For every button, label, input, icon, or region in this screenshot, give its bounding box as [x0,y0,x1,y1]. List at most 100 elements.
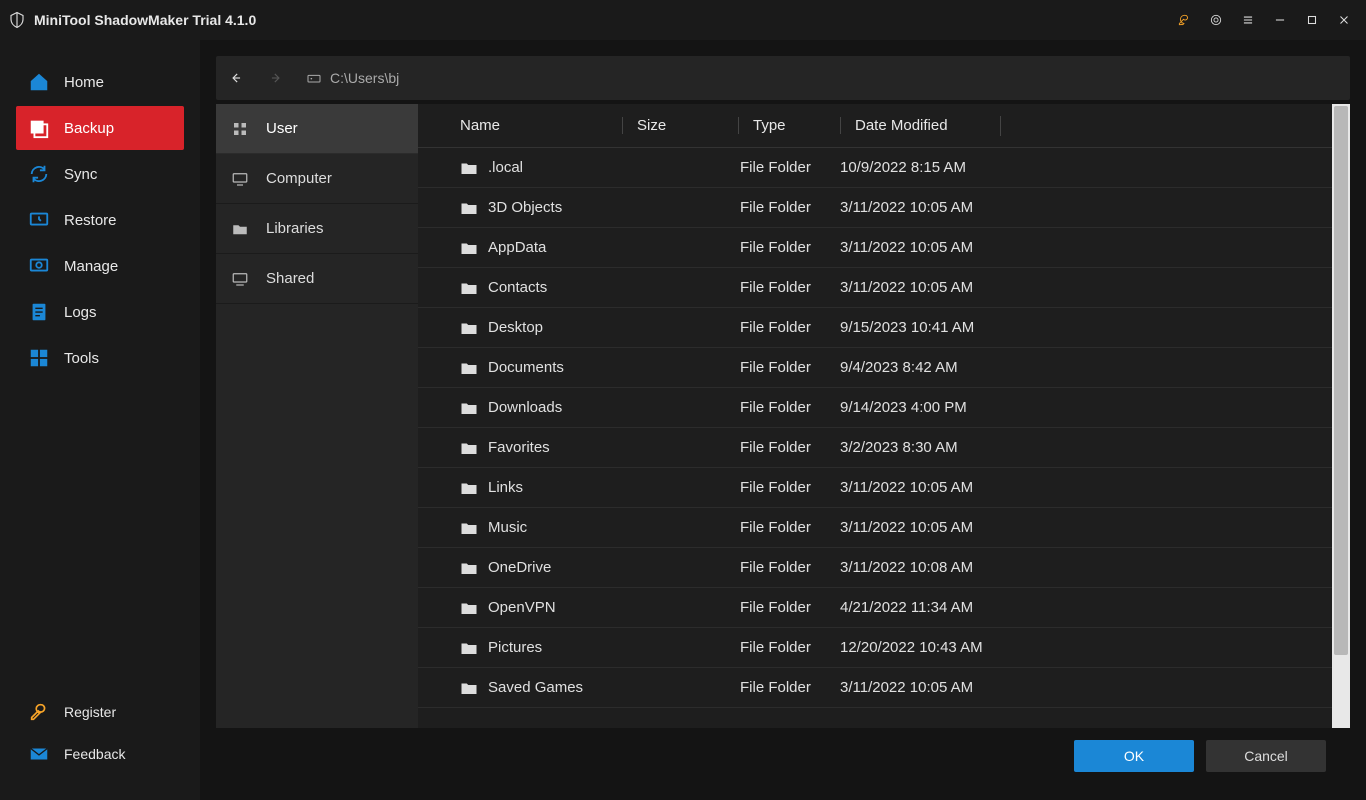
sidebar-item-feedback[interactable]: Feedback [10,734,190,774]
file-type: File Folder [740,279,840,296]
table-row[interactable]: FavoritesFile Folder3/2/2023 8:30 AM [418,428,1332,468]
scrollbar-thumb[interactable] [1334,106,1348,655]
license-key-icon[interactable] [1170,6,1198,34]
table-row[interactable]: Downloads File Folder9/14/2023 4:00 PM [418,388,1332,428]
file-type: File Folder [740,639,840,656]
sidebar-item-restore[interactable]: Restore [16,198,184,242]
table-row[interactable]: .localFile Folder10/9/2022 8:15 AM [418,148,1332,188]
file-date: 3/11/2022 10:08 AM [840,559,1332,576]
backup-icon [28,117,50,139]
maximize-button[interactable] [1298,6,1326,34]
minimize-button[interactable] [1266,6,1294,34]
file-date: 3/11/2022 10:05 AM [840,479,1332,496]
file-name: 3D Objects [488,199,562,216]
folder-icon [460,360,478,376]
file-type: File Folder [740,399,840,416]
table-row[interactable]: Saved GamesFile Folder3/11/2022 10:05 AM [418,668,1332,708]
path-bar: C:\Users\bj [216,56,1350,100]
libraries-icon [230,219,250,239]
file-name: Favorites [488,439,550,456]
folder-icon [460,520,478,536]
file-type: File Folder [740,479,840,496]
close-button[interactable] [1330,6,1358,34]
folder-icon [460,400,478,416]
sidebar-item-label: Register [64,704,116,720]
manage-icon [28,255,50,277]
nav-forward-button[interactable] [256,56,296,100]
sidebar-item-tools[interactable]: Tools [16,336,184,380]
computer-icon [230,169,250,189]
sidebar-item-backup[interactable]: Backup [16,106,184,150]
file-name: Contacts [488,279,547,296]
folder-icon [460,480,478,496]
path-text: C:\Users\bj [330,70,399,86]
file-type: File Folder [740,599,840,616]
sidebar-item-sync[interactable]: Sync [16,152,184,196]
key-icon [28,701,50,723]
file-type: File Folder [740,359,840,376]
file-type: File Folder [740,199,840,216]
category-computer[interactable]: Computer [216,154,418,204]
table-row[interactable]: OneDriveFile Folder3/11/2022 10:08 AM [418,548,1332,588]
table-row[interactable]: AppDataFile Folder3/11/2022 10:05 AM [418,228,1332,268]
folder-icon [460,320,478,336]
sidebar-item-logs[interactable]: Logs [16,290,184,334]
file-name: OneDrive [488,559,551,576]
sidebar-item-home[interactable]: Home [16,60,184,104]
file-date: 3/11/2022 10:05 AM [840,199,1332,216]
sync-icon [28,163,50,185]
sidebar-item-label: Tools [64,350,99,367]
file-name: Documents [488,359,564,376]
file-name: Links [488,479,523,496]
help-icon[interactable] [1202,6,1230,34]
scrollbar[interactable] [1332,104,1350,728]
file-date: 10/9/2022 8:15 AM [840,159,1332,176]
table-row[interactable]: OpenVPNFile Folder4/21/2022 11:34 AM [418,588,1332,628]
table-row[interactable]: DesktopFile Folder9/15/2023 10:41 AM [418,308,1332,348]
folder-icon [460,680,478,696]
sidebar-item-manage[interactable]: Manage [16,244,184,288]
ok-button[interactable]: OK [1074,740,1194,772]
table-row[interactable]: MusicFile Folder3/11/2022 10:05 AM [418,508,1332,548]
file-date: 9/14/2023 4:00 PM [840,399,1332,416]
file-type: File Folder [740,679,840,696]
restore-icon [28,209,50,231]
file-type: File Folder [740,519,840,536]
main-panel: C:\Users\bj User Computer Libraries [200,40,1366,800]
folder-icon [460,160,478,176]
file-date: 3/11/2022 10:05 AM [840,279,1332,296]
folder-icon [460,200,478,216]
table-row[interactable]: 3D Objects File Folder3/11/2022 10:05 AM [418,188,1332,228]
file-date: 12/20/2022 10:43 AM [840,639,1332,656]
column-date[interactable]: Date Modified [840,117,1000,134]
file-name: Downloads [488,399,562,416]
file-date: 3/11/2022 10:05 AM [840,519,1332,536]
app-logo-icon [8,11,26,29]
menu-icon[interactable] [1234,6,1262,34]
category-shared[interactable]: Shared [216,254,418,304]
file-date: 9/15/2023 10:41 AM [840,319,1332,336]
nav-back-button[interactable] [216,56,256,100]
sidebar: Home Backup Sync Restore Manage [0,40,200,800]
table-row[interactable]: Links File Folder3/11/2022 10:05 AM [418,468,1332,508]
tools-icon [28,347,50,369]
category-libraries[interactable]: Libraries [216,204,418,254]
cancel-button[interactable]: Cancel [1206,740,1326,772]
file-type: File Folder [740,439,840,456]
shared-icon [230,269,250,289]
user-category-icon [230,119,250,139]
category-label: Shared [266,270,314,287]
table-row[interactable]: Pictures File Folder12/20/2022 10:43 AM [418,628,1332,668]
table-row[interactable]: Documents File Folder9/4/2023 8:42 AM [418,348,1332,388]
file-date: 3/11/2022 10:05 AM [840,679,1332,696]
file-date: 9/4/2023 8:42 AM [840,359,1332,376]
category-user[interactable]: User [216,104,418,154]
sidebar-item-register[interactable]: Register [10,692,190,732]
table-row[interactable]: Contacts File Folder3/11/2022 10:05 AM [418,268,1332,308]
column-name[interactable]: Name [460,117,622,134]
column-type[interactable]: Type [738,117,840,134]
column-size[interactable]: Size [622,117,738,134]
path-input[interactable]: C:\Users\bj [296,70,1350,86]
folder-icon [460,600,478,616]
file-name: Pictures [488,639,542,656]
